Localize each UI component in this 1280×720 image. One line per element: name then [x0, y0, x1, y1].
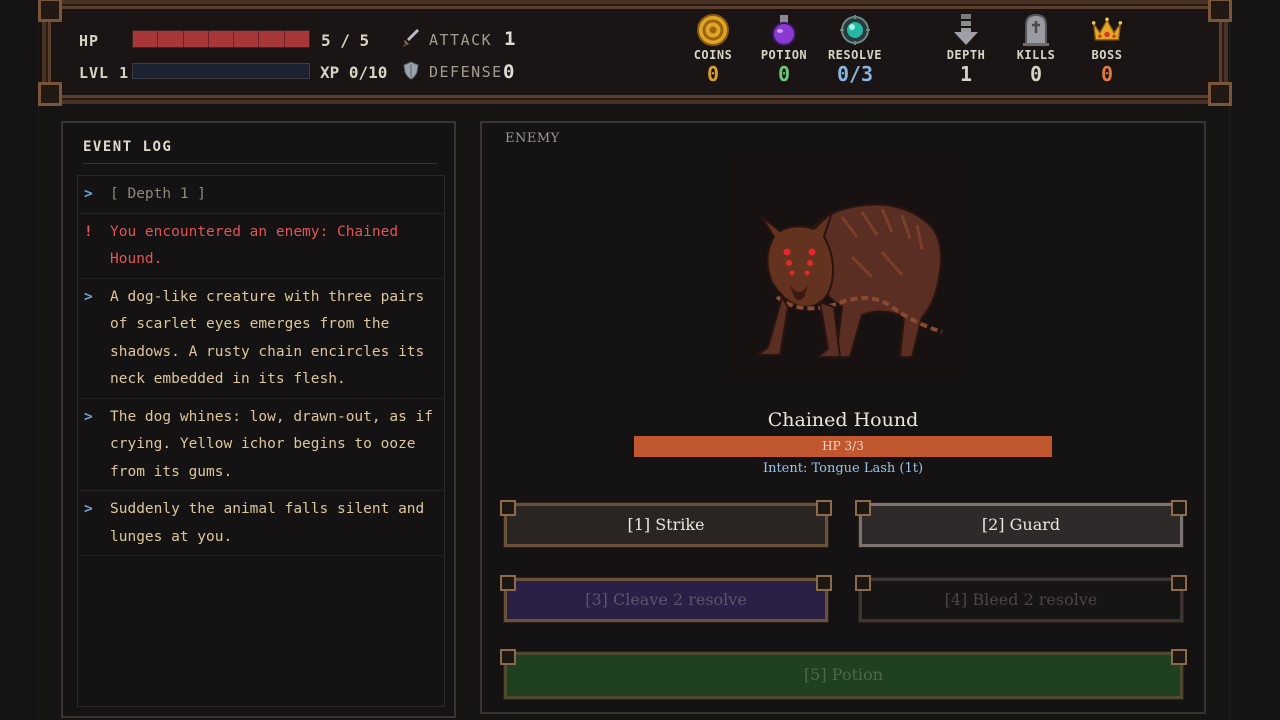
- xp-value: XP 0/10: [320, 63, 388, 82]
- strike-button[interactable]: [1] Strike: [500, 500, 832, 548]
- log-marker: !: [84, 223, 93, 240]
- xp-bar: [132, 63, 310, 79]
- log-entry-text: You encountered an enemy: Chained Hound.: [110, 223, 399, 268]
- hp-segment: [234, 31, 260, 47]
- tombstone-icon: [1020, 13, 1052, 46]
- cleave-button[interactable]: [3] Cleave 2 resolve: [500, 575, 832, 623]
- event-log-title: EVENT LOG: [83, 139, 173, 155]
- hp-label: HP: [79, 32, 100, 50]
- defense-value: 0: [503, 61, 515, 83]
- potion-button[interactable]: [5] Potion: [500, 649, 1187, 700]
- depth-arrow-icon: [950, 14, 982, 46]
- hp-segment: [259, 31, 285, 47]
- hp-segment: [158, 31, 184, 47]
- enemy-intent: Intent: Tongue Lash (1t): [762, 461, 924, 476]
- hp-value: 5 / 5: [321, 31, 370, 50]
- kills-value: 0: [1029, 62, 1043, 86]
- log-entry-text: The dog whines: low, drawn-out, as if cr…: [110, 408, 434, 480]
- enemy-hp-text: HP 3/3: [822, 439, 864, 453]
- log-entry: > The dog whines: low, drawn-out, as if …: [78, 399, 444, 491]
- crown-icon: [1091, 14, 1123, 46]
- enemy-hp-bar: HP 3/3: [634, 436, 1052, 457]
- log-entry-text: [ Depth 1 ]: [110, 186, 207, 202]
- hp-segment: [184, 31, 209, 47]
- log-entry-text: Suddenly the animal falls silent and lun…: [110, 501, 425, 545]
- attack-label: ATTACK: [429, 31, 493, 49]
- log-marker: >: [84, 501, 93, 517]
- depth-value: 1: [959, 62, 973, 86]
- log-entry-text: A dog-like creature with three pairs of …: [110, 288, 425, 388]
- boss-label: BOSS: [1091, 48, 1123, 62]
- coins-counter: COINS 0: [673, 14, 753, 86]
- frame-corner: [38, 0, 62, 22]
- bleed-button[interactable]: [4] Bleed 2 resolve: [855, 575, 1187, 623]
- resolve-label: RESOLVE: [827, 48, 883, 62]
- depth-label: DEPTH: [946, 48, 986, 62]
- kills-label: KILLS: [1016, 48, 1056, 62]
- potion-label: POTION: [760, 48, 808, 62]
- log-marker: >: [84, 186, 93, 202]
- log-entry: > A dog-like creature with three pairs o…: [78, 279, 444, 399]
- resolve-counter: RESOLVE 0/3: [815, 14, 895, 86]
- divider: [83, 163, 437, 164]
- shield-icon: [403, 61, 419, 84]
- sword-icon: [402, 28, 420, 52]
- log-entry: > Suddenly the animal falls silent and l…: [78, 491, 444, 556]
- potion-counter: POTION 0: [744, 14, 824, 86]
- resolve-value: 0/3: [836, 62, 874, 86]
- coin-icon: [697, 14, 729, 46]
- kills-counter: KILLS 0: [996, 13, 1076, 86]
- hp-segment: [209, 31, 235, 47]
- enemy-panel: ENEMY Chained Hound HP 3/3 Intent: Tongu…: [480, 121, 1206, 714]
- hp-segment: [133, 31, 159, 47]
- coins-value: 0: [706, 62, 720, 86]
- log-entry: > [ Depth 1 ]: [78, 176, 444, 214]
- boss-counter: BOSS 0: [1067, 14, 1147, 86]
- coins-label: COINS: [693, 48, 733, 62]
- attack-value: 1: [504, 28, 516, 50]
- frame-corner: [38, 82, 62, 106]
- log-marker: >: [84, 288, 93, 305]
- event-log-panel: EVENT LOG > [ Depth 1 ] ! You encountere…: [61, 121, 456, 718]
- hp-segment: [285, 31, 309, 47]
- enemy-name: Chained Hound: [767, 409, 919, 431]
- frame-corner: [1208, 82, 1232, 106]
- potion-value: 0: [777, 62, 791, 86]
- defense-label: DEFENSE: [429, 63, 503, 81]
- guard-button[interactable]: [2] Guard: [855, 500, 1187, 548]
- log-entry: ! You encountered an enemy: Chained Houn…: [78, 214, 444, 279]
- enemy-portrait: [732, 157, 962, 377]
- log-marker: >: [84, 408, 93, 425]
- player-hp-bar: [132, 30, 310, 48]
- enemy-section-label: ENEMY: [505, 131, 560, 146]
- frame-corner: [1208, 0, 1232, 22]
- level-label: LVL 1: [79, 64, 130, 82]
- resolve-gem-icon: [839, 14, 871, 46]
- boss-value: 0: [1100, 62, 1114, 86]
- potion-icon: [768, 14, 800, 46]
- depth-counter: DEPTH 1: [926, 14, 1006, 86]
- event-log-list[interactable]: > [ Depth 1 ] ! You encountered an enemy…: [77, 175, 445, 707]
